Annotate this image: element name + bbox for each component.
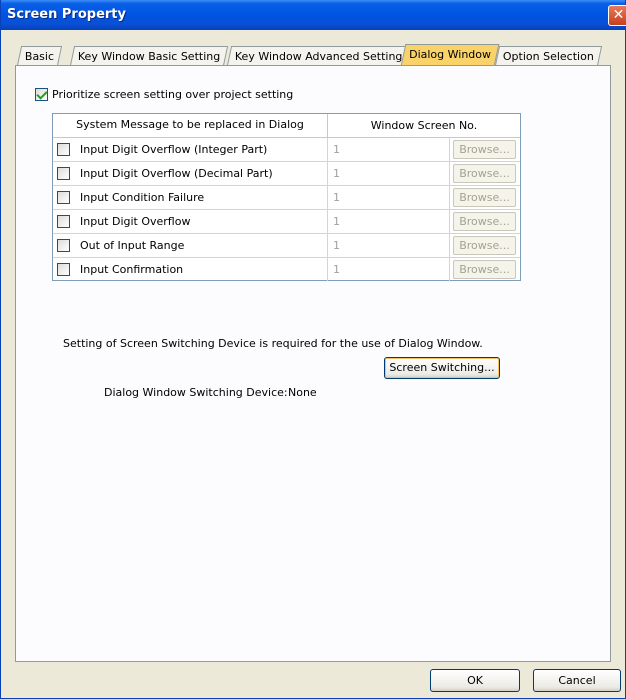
screen-no-field[interactable]: 1 <box>328 258 450 281</box>
screen-property-dialog: Screen Property ✕ Basic Key Window Basic… <box>0 0 626 699</box>
message-label: Input Digit Overflow (Decimal Part) <box>80 167 273 180</box>
row-checkbox[interactable] <box>57 239 70 252</box>
switching-device-label: Dialog Window Switching Device: <box>104 386 288 399</box>
row-checkbox[interactable] <box>57 143 70 156</box>
screen-no-field[interactable]: 1 <box>328 210 450 233</box>
message-label: Input Confirmation <box>80 263 184 276</box>
browse-button[interactable]: Browse... <box>453 188 516 207</box>
close-icon: ✕ <box>612 7 625 23</box>
prioritize-checkbox[interactable] <box>35 87 48 101</box>
screen-no-field[interactable]: 1 <box>328 234 450 257</box>
screen-no-field[interactable]: 1 <box>328 138 450 161</box>
table-row: Input Digit Overflow 1 Browse... <box>53 210 520 234</box>
screen-switching-button[interactable]: Screen Switching... <box>384 357 500 379</box>
tab-key-window-basic-setting[interactable]: Key Window Basic Setting <box>69 46 229 66</box>
table-row: Out of Input Range 1 Browse... <box>53 234 520 258</box>
screen-switching-note: Setting of Screen Switching Device is re… <box>63 337 483 350</box>
cancel-button[interactable]: Cancel <box>533 669 621 692</box>
message-label: Input Condition Failure <box>80 191 205 204</box>
row-checkbox[interactable] <box>57 263 70 276</box>
browse-button[interactable]: Browse... <box>453 164 516 183</box>
system-message-grid: System Message to be replaced in Dialog … <box>52 113 521 281</box>
row-checkbox[interactable] <box>57 215 70 228</box>
window-title: Screen Property <box>7 7 126 22</box>
table-row: Input Confirmation 1 Browse... <box>53 258 520 282</box>
message-label: Input Digit Overflow (Integer Part) <box>80 143 268 156</box>
browse-button[interactable]: Browse... <box>453 212 516 231</box>
browse-button[interactable]: Browse... <box>453 236 516 255</box>
grid-header: System Message to be replaced in Dialog … <box>53 114 520 138</box>
prioritize-label: Prioritize screen setting over project s… <box>52 87 294 101</box>
message-label: Input Digit Overflow <box>80 215 191 228</box>
browse-button[interactable]: Browse... <box>453 140 516 159</box>
header-window-screen-no: Window Screen No. <box>370 119 478 132</box>
header-system-message: System Message to be replaced in Dialog <box>53 114 328 138</box>
tab-key-window-advanced-setting[interactable]: Key Window Advanced Setting <box>226 46 411 66</box>
browse-button[interactable]: Browse... <box>453 260 516 279</box>
screen-no-field[interactable]: 1 <box>328 162 450 185</box>
close-button[interactable]: ✕ <box>608 5 626 26</box>
message-label: Out of Input Range <box>80 239 185 252</box>
prioritize-setting[interactable]: Prioritize screen setting over project s… <box>35 87 293 101</box>
table-row: Input Condition Failure 1 Browse... <box>53 186 520 210</box>
tab-dialog-window[interactable]: Dialog Window <box>400 44 500 66</box>
switching-device-value: None <box>288 386 317 399</box>
table-row: Input Digit Overflow (Decimal Part) 1 Br… <box>53 162 520 186</box>
title-bar[interactable]: Screen Property ✕ <box>1 0 626 30</box>
ok-button[interactable]: OK <box>430 669 520 692</box>
tab-basic[interactable]: Basic <box>16 46 63 66</box>
screen-no-field[interactable]: 1 <box>328 186 450 209</box>
tab-option-selection[interactable]: Option Selection <box>494 46 603 66</box>
table-row: Input Digit Overflow (Integer Part) 1 Br… <box>53 138 520 162</box>
row-checkbox[interactable] <box>57 167 70 180</box>
row-checkbox[interactable] <box>57 191 70 204</box>
